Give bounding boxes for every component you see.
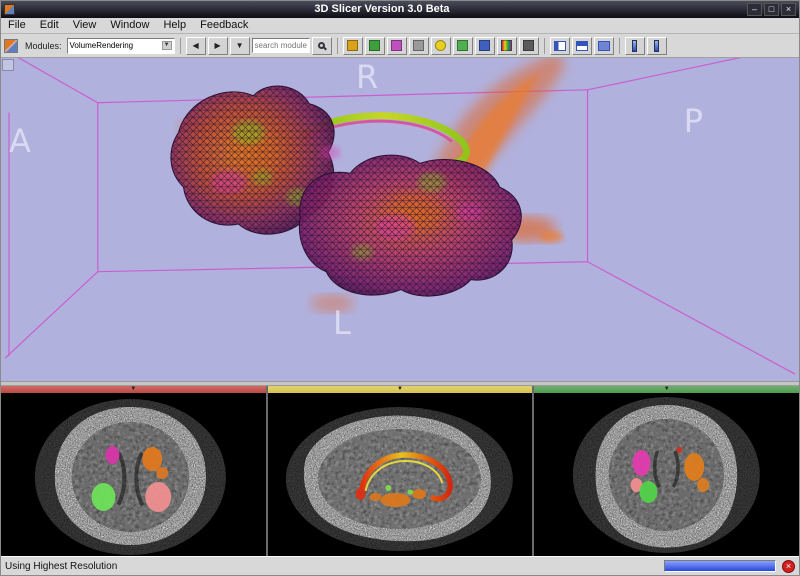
transforms-module-icon	[413, 40, 424, 51]
menu-feedback[interactable]: Feedback	[193, 18, 255, 33]
green-slice-bar[interactable]: ▼	[534, 386, 799, 393]
camera-icon	[523, 40, 534, 51]
sagittal-slice-image[interactable]	[268, 393, 533, 556]
app-logo-icon	[4, 4, 15, 15]
coronal-slice-image[interactable]	[534, 393, 799, 556]
cancel-x-icon: ×	[786, 561, 791, 571]
layout-fourup-icon	[576, 41, 588, 51]
toolbar-separator	[180, 38, 181, 54]
models-module-button[interactable]	[387, 37, 407, 55]
fiducials-module-button[interactable]	[431, 37, 451, 55]
forward-icon: ▶	[214, 42, 220, 50]
layout-3d-only-button[interactable]	[594, 37, 614, 55]
module-back-button[interactable]: ◀	[186, 37, 206, 55]
slice-views-row: ▼	[1, 386, 799, 556]
history-dropdown-icon: ▼	[236, 42, 244, 50]
view-controller-pin-button[interactable]	[2, 59, 14, 71]
module-history-button[interactable]: ▼	[230, 37, 250, 55]
transforms-module-button[interactable]	[409, 37, 429, 55]
editor-module-button[interactable]	[453, 37, 473, 55]
rock-view-icon	[654, 40, 659, 52]
red-slice-bar[interactable]: ▼	[1, 386, 266, 393]
window-title: 3D Slicer Version 3.0 Beta	[19, 1, 745, 18]
toolbar: Modules: VolumeRendering ▼ ◀ ▶ ▼	[1, 34, 799, 58]
toolbar-separator	[337, 38, 338, 54]
volumes-module-button[interactable]	[365, 37, 385, 55]
menubar: File Edit View Window Help Feedback	[1, 18, 799, 34]
3d-view[interactable]: R A P L	[1, 58, 799, 381]
data-module-button[interactable]	[343, 37, 363, 55]
module-search-button[interactable]	[312, 37, 332, 55]
colors-module-button[interactable]	[497, 37, 517, 55]
titlebar[interactable]: 3D Slicer Version 3.0 Beta – □ ×	[1, 1, 799, 18]
combo-dropdown-icon[interactable]: ▼	[162, 41, 172, 50]
yellow-slice-bar[interactable]: ▼	[268, 386, 533, 393]
measurements-module-button[interactable]	[475, 37, 495, 55]
yellow-slice-menu-icon[interactable]: ▼	[397, 386, 403, 393]
menu-window[interactable]: Window	[103, 18, 156, 33]
measurements-module-icon	[479, 40, 490, 51]
models-module-icon	[391, 40, 402, 51]
data-module-icon	[347, 40, 358, 51]
spin-view-icon	[632, 40, 637, 52]
menu-edit[interactable]: Edit	[33, 18, 66, 33]
progress-fill	[665, 561, 775, 571]
layout-conventional-icon	[554, 41, 566, 51]
layout-3d-only-icon	[598, 41, 610, 51]
3d-rendering-canvas[interactable]	[1, 58, 799, 381]
green-slice-view[interactable]: ▼	[534, 386, 799, 556]
search-icon	[318, 42, 325, 49]
modules-label: Modules:	[25, 41, 62, 51]
back-icon: ◀	[192, 42, 198, 50]
view-spin-button[interactable]	[625, 37, 645, 55]
axial-slice-image[interactable]	[1, 393, 266, 556]
volumes-module-icon	[369, 40, 380, 51]
cancel-button[interactable]: ×	[782, 560, 795, 573]
layout-conventional-button[interactable]	[550, 37, 570, 55]
progress-bar	[664, 560, 776, 572]
module-forward-button[interactable]: ▶	[208, 37, 228, 55]
view-rock-button[interactable]	[647, 37, 667, 55]
menu-help[interactable]: Help	[156, 18, 193, 33]
maximize-button[interactable]: □	[764, 3, 779, 16]
green-slice-menu-icon[interactable]: ▼	[664, 386, 670, 393]
module-selector[interactable]: VolumeRendering ▼	[67, 38, 175, 54]
colors-module-icon	[501, 40, 512, 51]
red-slice-menu-icon[interactable]: ▼	[130, 386, 136, 393]
toolbar-separator	[544, 38, 545, 54]
red-slice-view[interactable]: ▼	[1, 386, 266, 556]
module-selector-value: VolumeRendering	[70, 41, 134, 50]
editor-module-icon	[457, 40, 468, 51]
minimize-button[interactable]: –	[747, 3, 762, 16]
toolbar-separator	[619, 38, 620, 54]
menu-file[interactable]: File	[1, 18, 33, 33]
fiducials-module-icon	[435, 40, 446, 51]
slicer-logo-icon	[4, 39, 18, 53]
status-message: Using Highest Resolution	[5, 561, 658, 572]
close-button[interactable]: ×	[781, 3, 796, 16]
yellow-slice-view[interactable]: ▼	[268, 386, 533, 556]
statusbar: Using Highest Resolution ×	[1, 556, 799, 575]
module-search-input[interactable]	[252, 38, 310, 53]
layout-fourup-button[interactable]	[572, 37, 592, 55]
slicer-window: 3D Slicer Version 3.0 Beta – □ × File Ed…	[0, 0, 800, 576]
screenshot-button[interactable]	[519, 37, 539, 55]
menu-view[interactable]: View	[66, 18, 104, 33]
